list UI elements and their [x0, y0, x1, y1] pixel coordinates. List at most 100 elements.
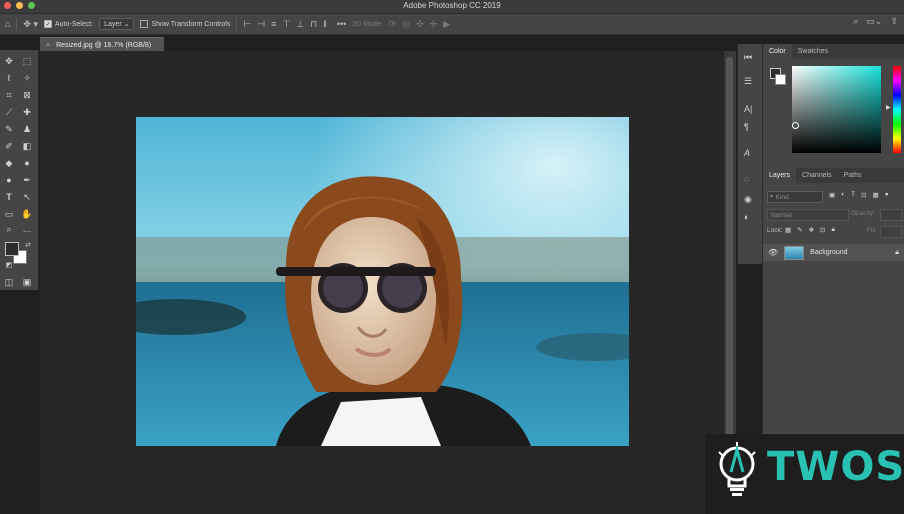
- pen-tool-icon[interactable]: ✒: [19, 173, 35, 187]
- type-tool-icon[interactable]: T: [1, 190, 17, 204]
- align-left-icon[interactable]: ⊢: [243, 19, 251, 29]
- eraser-icon[interactable]: ◧: [19, 139, 35, 153]
- 3d-rotate-icon[interactable]: ⟳: [389, 19, 397, 29]
- 3d-pan-icon[interactable]: ✣: [416, 19, 424, 29]
- hand-tool-icon[interactable]: ✋: [19, 207, 35, 221]
- properties-icon[interactable]: ☰: [744, 76, 752, 87]
- crop-tool-icon[interactable]: ⌗: [1, 88, 17, 102]
- foreground-color-swatch[interactable]: [5, 242, 19, 256]
- align-top-icon[interactable]: ⊤: [282, 19, 290, 29]
- tab-channels[interactable]: Channels: [796, 168, 838, 183]
- lock-artboard-icon[interactable]: ⊡: [820, 226, 825, 234]
- swap-colors-icon[interactable]: ⇄: [20, 238, 36, 252]
- document-tab[interactable]: × Resized.jpg @ 16.7% (RGB/8): [40, 37, 164, 52]
- shape-tool-icon[interactable]: ▭: [1, 207, 17, 221]
- filter-toggle-icon[interactable]: ●: [885, 191, 889, 199]
- learn-icon[interactable]: ◌: [744, 174, 749, 184]
- zoom-tool-icon[interactable]: ⌕: [1, 222, 17, 236]
- 3d-roll-icon[interactable]: ◎: [402, 19, 410, 29]
- close-tab-icon[interactable]: ×: [46, 42, 50, 49]
- brush-tool-icon[interactable]: ✎: [1, 122, 17, 136]
- twos-watermark: TWOS: [705, 434, 904, 514]
- quick-mask-icon[interactable]: ◫: [1, 275, 17, 289]
- 3d-camera-icon[interactable]: ▶: [443, 19, 450, 29]
- show-transform-label: Show Transform Controls: [151, 20, 231, 28]
- align-right-icon[interactable]: ≡: [271, 19, 276, 29]
- tab-color[interactable]: Color: [763, 44, 792, 59]
- character-icon[interactable]: A|: [744, 104, 752, 114]
- document-image[interactable]: [136, 117, 629, 446]
- screen-mode-icon[interactable]: ▣: [19, 275, 35, 289]
- more-options-icon[interactable]: •••: [337, 19, 346, 29]
- tools-panel: ✥ ⬚ ℓ ✧ ⌗ ⊠ ⟋ ✚ ✎ ♟ ✐ ◧ ◆ ● ● ✒ T ↖ ▭ ✋ …: [0, 50, 39, 290]
- history-brush-icon[interactable]: ✐: [1, 139, 17, 153]
- hue-slider-handle[interactable]: ▶: [886, 104, 891, 111]
- search-icon[interactable]: ⌕: [853, 17, 858, 26]
- share-icon[interactable]: ⇪: [890, 17, 898, 26]
- blur-tool-icon[interactable]: ●: [19, 156, 35, 170]
- lock-position-icon[interactable]: ✥: [809, 226, 814, 234]
- align-middle-icon[interactable]: ⊥: [296, 19, 304, 29]
- home-icon[interactable]: ⌂: [5, 19, 10, 29]
- lasso-tool-icon[interactable]: ℓ: [1, 71, 17, 85]
- filter-smart-object-icon[interactable]: ▦: [873, 191, 879, 199]
- move-tool-icon[interactable]: ✥ ▾: [23, 19, 38, 29]
- filter-pixel-icon[interactable]: ▣: [829, 191, 835, 199]
- hue-slider[interactable]: [893, 66, 901, 153]
- default-colors-icon[interactable]: ◩: [1, 258, 17, 272]
- color-picker-field[interactable]: [792, 66, 881, 153]
- auto-select-label: Auto-Select:: [55, 20, 94, 28]
- auto-select-checkbox[interactable]: ✓: [44, 20, 52, 28]
- layer-filter-icons: ▣ ◐ T ⊡ ▦ ●: [829, 191, 889, 199]
- show-transform-control[interactable]: Show Transform Controls: [140, 20, 230, 28]
- filter-type-icon[interactable]: T: [851, 191, 855, 199]
- layer-filter-select[interactable]: ⌕ Kind: [767, 191, 823, 203]
- lock-all-icon[interactable]: 🔒︎: [832, 226, 835, 234]
- layer-row-background[interactable]: 👁︎ Background 🔒︎: [763, 244, 904, 261]
- path-selection-icon[interactable]: ↖: [19, 190, 35, 204]
- tab-paths[interactable]: Paths: [838, 168, 868, 183]
- history-icon[interactable]: ⏮: [744, 52, 752, 63]
- paragraph-icon[interactable]: ¶: [744, 122, 749, 132]
- blend-mode-select[interactable]: Normal: [767, 209, 849, 221]
- fill-field[interactable]: [880, 226, 902, 238]
- healing-brush-icon[interactable]: ✚: [19, 105, 35, 119]
- lock-transparent-icon[interactable]: ▦: [785, 226, 791, 234]
- layer-name: Background: [810, 249, 848, 256]
- 3d-slide-icon[interactable]: ✢: [430, 19, 438, 29]
- options-right-icons: ⌕ ▭⌄ ⇪: [853, 17, 898, 26]
- tab-layers[interactable]: Layers: [763, 168, 797, 183]
- auto-select-control[interactable]: ✓ Auto-Select:: [44, 20, 93, 28]
- align-bottom-icon[interactable]: ⊓: [310, 19, 317, 29]
- frame-tool-icon[interactable]: ⊠: [19, 88, 35, 102]
- distribute-icon[interactable]: ‖: [323, 19, 327, 29]
- filter-shape-icon[interactable]: ⊡: [861, 191, 866, 199]
- layer-select[interactable]: Layer ⌄: [99, 18, 135, 30]
- clone-stamp-icon[interactable]: ♟: [19, 122, 35, 136]
- opacity-label: Opacity:: [851, 210, 875, 217]
- visibility-eye-icon[interactable]: 👁︎: [768, 248, 778, 257]
- magic-wand-icon[interactable]: ✧: [19, 71, 35, 85]
- filter-adjustment-icon[interactable]: ◐: [841, 191, 845, 199]
- dodge-tool-icon[interactable]: ●: [1, 173, 17, 187]
- window-title: Adobe Photoshop CC 2019: [403, 1, 501, 10]
- color-panel-bg-swatch[interactable]: [775, 74, 786, 85]
- marquee-tool-icon[interactable]: ⬚: [19, 54, 35, 68]
- move-tool-icon[interactable]: ✥: [1, 54, 17, 68]
- paint-bucket-icon[interactable]: ◆: [1, 156, 17, 170]
- document-tab-title: Resized.jpg @ 16.7% (RGB/8): [56, 41, 152, 49]
- options-bar: ⌂ ✥ ▾ ✓ Auto-Select: Layer ⌄ Show Transf…: [0, 14, 904, 35]
- opacity-field[interactable]: [880, 209, 902, 221]
- adjustments-icon[interactable]: ◐: [744, 212, 749, 222]
- more-tools-icon[interactable]: …: [19, 222, 35, 236]
- workspace-icon[interactable]: ▭⌄: [866, 17, 882, 26]
- align-center-icon[interactable]: ⊣: [257, 19, 265, 29]
- collapsed-panels-strip: ⏮ ☰ A| ¶ A ◌ ◉ ◐: [737, 44, 762, 264]
- eyedropper-icon[interactable]: ⟋: [1, 105, 17, 119]
- lock-image-icon[interactable]: ✎: [797, 226, 802, 234]
- glyphs-icon[interactable]: A: [744, 148, 750, 158]
- libraries-icon[interactable]: ◉: [744, 194, 752, 205]
- layer-lock-icon: 🔒︎: [895, 248, 899, 256]
- tab-swatches[interactable]: Swatches: [792, 44, 834, 59]
- show-transform-checkbox[interactable]: [140, 20, 149, 28]
